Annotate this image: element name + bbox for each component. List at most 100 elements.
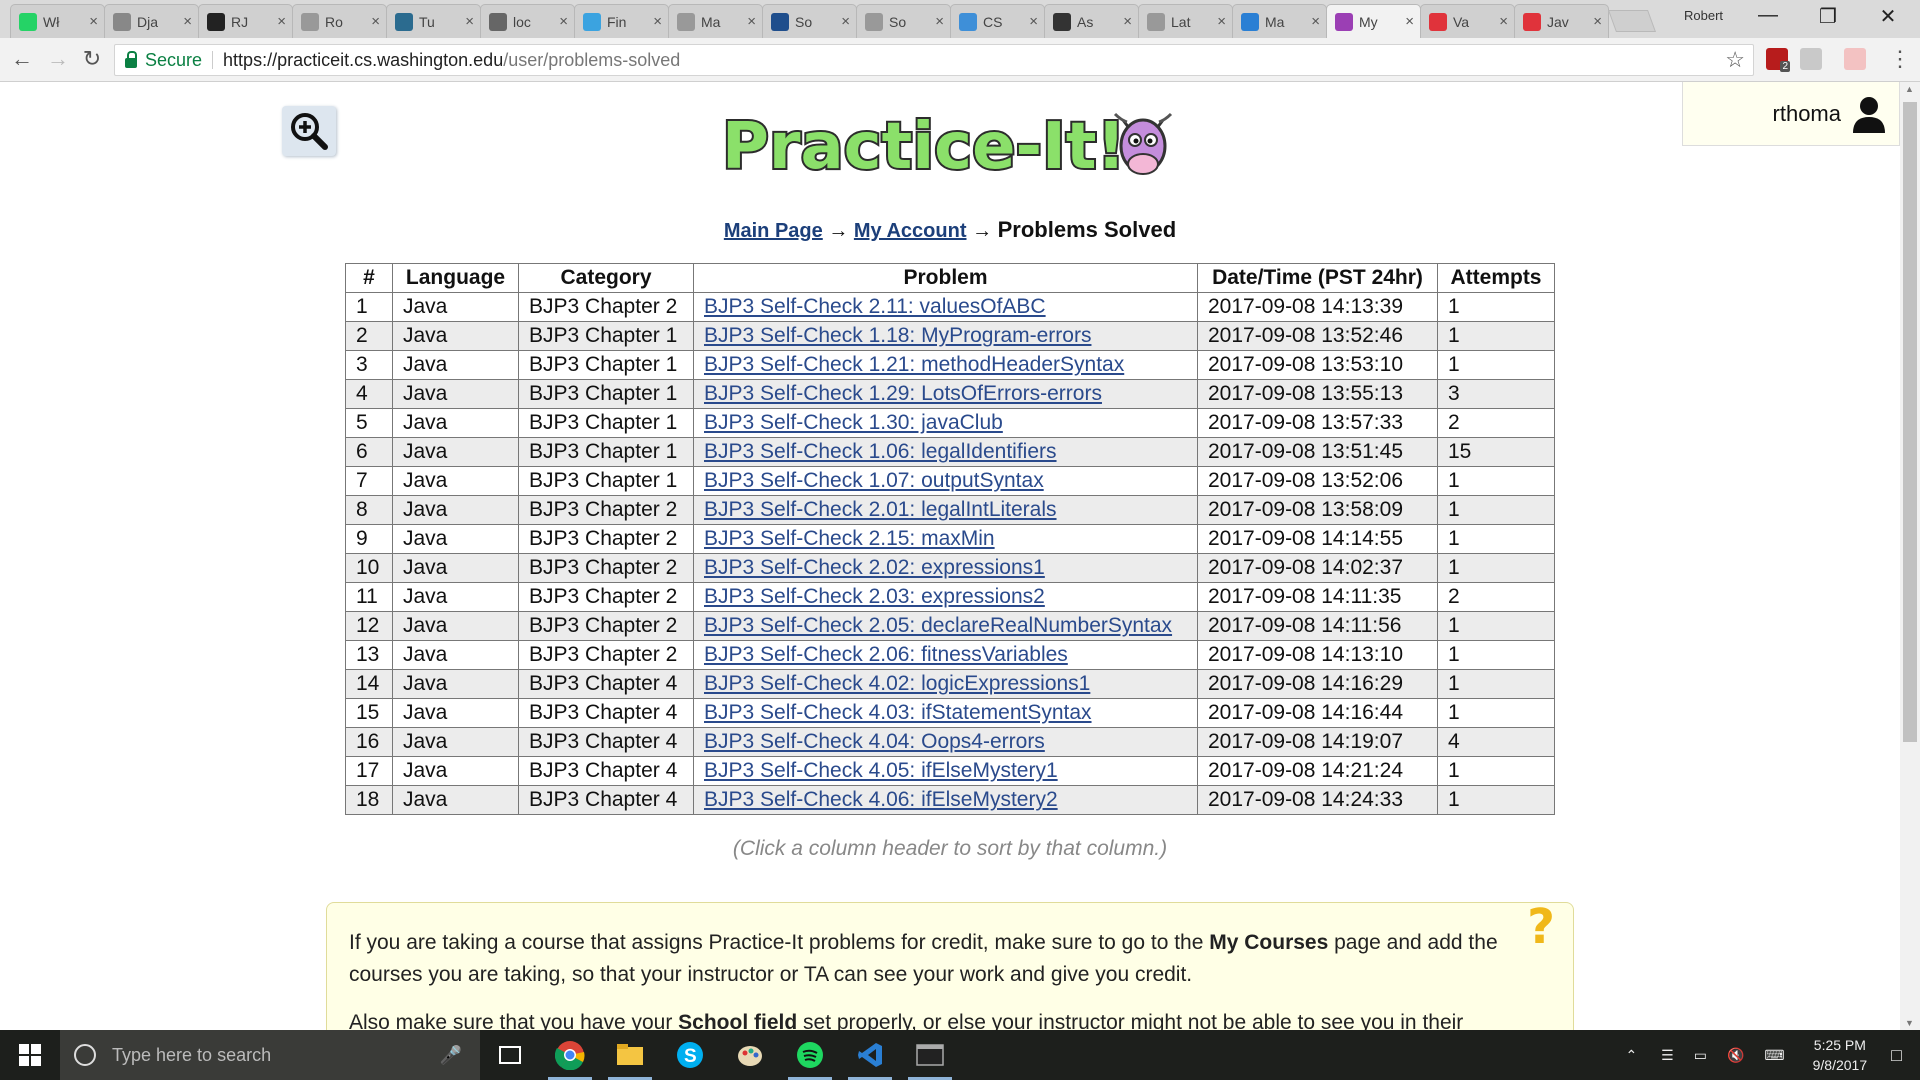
back-arrow-icon[interactable]: ←: [8, 46, 36, 74]
chat-extension-icon[interactable]: [1800, 48, 1822, 70]
column-header-problem[interactable]: Problem: [693, 263, 1198, 293]
cell-datetime: 2017-09-08 14:02:37: [1197, 553, 1438, 583]
file-explorer-icon[interactable]: [600, 1030, 660, 1080]
browser-tab[interactable]: Ma ×: [1232, 4, 1327, 38]
tab-close-icon[interactable]: ×: [277, 13, 286, 30]
browser-tab[interactable]: loc ×: [480, 4, 575, 38]
problem-link[interactable]: BJP3 Self-Check 1.07: outputSyntax: [704, 469, 1044, 492]
forward-arrow-icon[interactable]: →: [44, 46, 72, 74]
tab-close-icon[interactable]: ×: [747, 13, 756, 30]
spotify-icon[interactable]: [780, 1030, 840, 1080]
problem-link[interactable]: BJP3 Self-Check 1.29: LotsOfErrors-error…: [704, 382, 1102, 405]
close-window-icon[interactable]: ✕: [1858, 4, 1918, 29]
scroll-down-icon[interactable]: ▼: [1905, 1018, 1914, 1028]
browser-tab[interactable]: Ma ×: [668, 4, 763, 38]
tab-close-icon[interactable]: ×: [1405, 13, 1414, 30]
browser-tab[interactable]: My ×: [1326, 4, 1421, 38]
column-header-number[interactable]: #: [345, 263, 393, 293]
problem-link[interactable]: BJP3 Self-Check 4.02: logicExpressions1: [704, 672, 1090, 695]
ublock-extension-icon[interactable]: 2: [1766, 48, 1790, 72]
tab-close-icon[interactable]: ×: [841, 13, 850, 30]
taskbar-clock[interactable]: 5:25 PM 9/8/2017: [1813, 1035, 1868, 1075]
task-view-icon[interactable]: [480, 1030, 540, 1080]
page-scrollbar[interactable]: ▲ ▼: [1900, 82, 1920, 1030]
terminal-icon[interactable]: [900, 1030, 960, 1080]
browser-tab[interactable]: As ×: [1044, 4, 1139, 38]
tab-close-icon[interactable]: ×: [1593, 13, 1602, 30]
tab-close-icon[interactable]: ×: [1123, 13, 1132, 30]
browser-tab[interactable]: Va ×: [1420, 4, 1515, 38]
problem-link[interactable]: BJP3 Self-Check 2.15: maxMin: [704, 527, 995, 550]
problem-link[interactable]: BJP3 Self-Check 2.02: expressions1: [704, 556, 1045, 579]
column-header-language[interactable]: Language: [392, 263, 519, 293]
action-center-icon[interactable]: □: [1891, 1045, 1902, 1066]
tab-close-icon[interactable]: ×: [1311, 13, 1320, 30]
tab-close-icon[interactable]: ×: [1217, 13, 1226, 30]
browser-tab[interactable]: Ro ×: [292, 4, 387, 38]
tab-close-icon[interactable]: ×: [653, 13, 662, 30]
microphone-icon[interactable]: 🎤: [440, 1045, 462, 1066]
show-hidden-icons-chevron-icon[interactable]: ⌃: [1625, 1047, 1637, 1064]
scroll-thumb[interactable]: [1903, 102, 1917, 742]
browser-tab[interactable]: CS ×: [950, 4, 1045, 38]
window-user-label[interactable]: Robert: [1684, 8, 1723, 23]
problem-link[interactable]: BJP3 Self-Check 1.06: legalIdentifiers: [704, 440, 1057, 463]
keyboard-icon[interactable]: ⌨: [1764, 1047, 1784, 1064]
wifi-icon[interactable]: ☰: [1661, 1047, 1674, 1064]
zoom-in-button[interactable]: [282, 106, 336, 156]
column-header-category[interactable]: Category: [518, 263, 694, 293]
tab-close-icon[interactable]: ×: [559, 13, 568, 30]
column-header-attempts[interactable]: Attempts: [1437, 263, 1555, 293]
problem-link[interactable]: BJP3 Self-Check 2.06: fitnessVariables: [704, 643, 1068, 666]
taskbar-search-box[interactable]: Type here to search 🎤: [60, 1030, 480, 1080]
browser-tab[interactable]: Lat ×: [1138, 4, 1233, 38]
browser-tab[interactable]: RJ ×: [198, 4, 293, 38]
problem-link[interactable]: BJP3 Self-Check 1.18: MyProgram-errors: [704, 324, 1091, 347]
scroll-up-icon[interactable]: ▲: [1905, 84, 1914, 94]
user-menu[interactable]: rthoma: [1682, 82, 1900, 146]
tab-close-icon[interactable]: ×: [371, 13, 380, 30]
extension-icon[interactable]: [1844, 48, 1866, 70]
tab-close-icon[interactable]: ×: [1499, 13, 1508, 30]
browser-tab[interactable]: So ×: [762, 4, 857, 38]
problem-link[interactable]: BJP3 Self-Check 1.21: methodHeaderSyntax: [704, 353, 1124, 376]
column-header-datetime[interactable]: Date/Time (PST 24hr): [1197, 263, 1438, 293]
practice-it-logo[interactable]: Practice-It!: [716, 100, 1186, 190]
problem-link[interactable]: BJP3 Self-Check 4.06: ifElseMystery2: [704, 788, 1058, 811]
problem-link[interactable]: BJP3 Self-Check 2.05: declareRealNumberS…: [704, 614, 1172, 637]
tab-close-icon[interactable]: ×: [89, 13, 98, 30]
address-bar[interactable]: Secure https://practiceit.cs.washington.…: [114, 44, 1754, 76]
tab-close-icon[interactable]: ×: [183, 13, 192, 30]
tab-close-icon[interactable]: ×: [1029, 13, 1038, 30]
problem-link[interactable]: BJP3 Self-Check 1.30: javaClub: [704, 411, 1003, 434]
breadcrumb-my-account-link[interactable]: My Account: [854, 220, 967, 242]
browser-tab[interactable]: Dja ×: [104, 4, 199, 38]
browser-menu-icon[interactable]: ⋮: [1886, 46, 1914, 74]
start-button[interactable]: [0, 1030, 60, 1080]
browser-tab[interactable]: Wł ×: [10, 4, 105, 38]
new-tab-button[interactable]: [1607, 10, 1657, 32]
paint-icon[interactable]: [720, 1030, 780, 1080]
problem-link[interactable]: BJP3 Self-Check 4.04: Oops4-errors: [704, 730, 1045, 753]
bookmark-star-icon[interactable]: ☆: [1725, 47, 1745, 73]
problem-link[interactable]: BJP3 Self-Check 4.03: ifStatementSyntax: [704, 701, 1092, 724]
breadcrumb-main-page-link[interactable]: Main Page: [724, 220, 823, 242]
browser-tab[interactable]: Fin ×: [574, 4, 669, 38]
tab-close-icon[interactable]: ×: [465, 13, 474, 30]
problem-link[interactable]: BJP3 Self-Check 2.11: valuesOfABC: [704, 295, 1046, 318]
problem-link[interactable]: BJP3 Self-Check 2.03: expressions2: [704, 585, 1045, 608]
browser-tab[interactable]: Tu ×: [386, 4, 481, 38]
reload-icon[interactable]: ↻: [78, 46, 106, 74]
restore-icon[interactable]: ❐: [1798, 4, 1858, 29]
browser-tab[interactable]: Jav ×: [1514, 4, 1609, 38]
browser-tab[interactable]: So ×: [856, 4, 951, 38]
chrome-taskbar-icon[interactable]: [540, 1030, 600, 1080]
battery-icon[interactable]: ▭: [1694, 1047, 1707, 1064]
problem-link[interactable]: BJP3 Self-Check 4.05: ifElseMystery1: [704, 759, 1058, 782]
tab-close-icon[interactable]: ×: [935, 13, 944, 30]
problem-link[interactable]: BJP3 Self-Check 2.01: legalIntLiterals: [704, 498, 1057, 521]
visual-studio-code-icon[interactable]: [840, 1030, 900, 1080]
volume-muted-icon[interactable]: 🔇: [1727, 1047, 1744, 1064]
skype-icon[interactable]: S: [660, 1030, 720, 1080]
minimize-icon[interactable]: —: [1738, 4, 1798, 27]
